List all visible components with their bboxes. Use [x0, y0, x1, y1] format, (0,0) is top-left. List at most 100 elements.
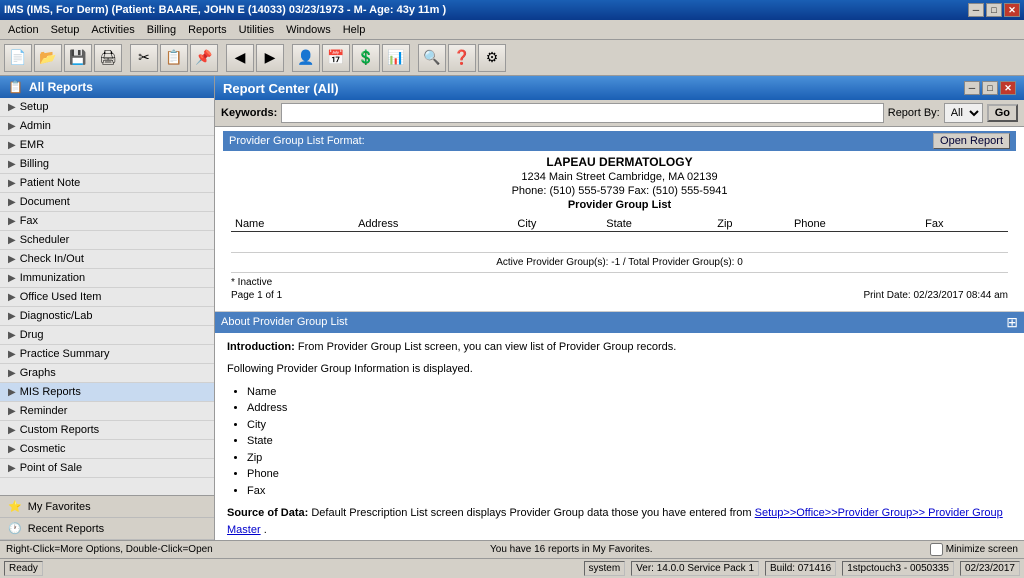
col-phone: Phone: [790, 217, 921, 232]
sidebar-item-graphs[interactable]: ▶ Graphs: [0, 364, 214, 383]
sidebar-item-custom-reports[interactable]: ▶ Custom Reports: [0, 421, 214, 440]
content-area: Report Center (All) ─ □ ✕ Keywords: Repo…: [215, 76, 1024, 540]
tool-paste[interactable]: 📌: [190, 44, 218, 72]
sidebar-item-reminder[interactable]: ▶ Reminder: [0, 402, 214, 421]
status-user: system: [584, 561, 626, 576]
sidebar-item-fax[interactable]: ▶ Fax: [0, 212, 214, 231]
sidebar-item-admin[interactable]: ▶ Admin: [0, 117, 214, 136]
col-name: Name: [231, 217, 354, 232]
tool-save[interactable]: 💾: [64, 44, 92, 72]
expand-icon-graphs: ▶: [8, 368, 16, 379]
rc-minimize-btn[interactable]: ─: [964, 81, 980, 95]
status-left: Ready: [4, 561, 43, 576]
sidebar-item-drug[interactable]: ▶ Drug: [0, 326, 214, 345]
menu-help[interactable]: Help: [337, 22, 372, 38]
table-empty-row: [231, 232, 1008, 248]
rc-close-btn[interactable]: ✕: [1000, 81, 1016, 95]
tool-search[interactable]: 🔍: [418, 44, 446, 72]
minimize-checkbox[interactable]: [930, 543, 943, 556]
menu-windows[interactable]: Windows: [280, 22, 337, 38]
sidebar-item-cosmetic[interactable]: ▶ Cosmetic: [0, 440, 214, 459]
expand-icon-check: ▶: [8, 254, 16, 265]
sidebar-label-immunization: Immunization: [20, 272, 85, 284]
report-center-title: Report Center (All): [223, 81, 339, 96]
menu-action[interactable]: Action: [2, 22, 45, 38]
intro-text: From Provider Group List screen, you can…: [298, 341, 676, 353]
col-fax: Fax: [921, 217, 1008, 232]
tool-schedule[interactable]: 📅: [322, 44, 350, 72]
about-expand-icon[interactable]: ⊞: [1006, 314, 1018, 331]
intro-label: Introduction:: [227, 341, 295, 353]
minimize-label: Minimize screen: [946, 544, 1018, 555]
tool-report[interactable]: 📊: [382, 44, 410, 72]
tool-help[interactable]: ❓: [448, 44, 476, 72]
col-address: Address: [354, 217, 513, 232]
provider-table-area: LAPEAU DERMATOLOGY 1234 Main Street Camb…: [223, 155, 1016, 307]
tool-new[interactable]: 📄: [4, 44, 32, 72]
list-item-name: Name: [247, 384, 1012, 401]
sidebar-header: 📋 All Reports: [0, 76, 214, 98]
keywords-label: Keywords:: [221, 107, 277, 119]
status-server: 1stpctouch3 - 0050335: [842, 561, 954, 576]
sidebar-item-scheduler[interactable]: ▶ Scheduler: [0, 231, 214, 250]
menu-reports[interactable]: Reports: [182, 22, 233, 38]
expand-icon-mis: ▶: [8, 387, 16, 398]
about-following: Following Provider Group Information is …: [227, 361, 1012, 378]
report-by-label: Report By:: [888, 107, 940, 119]
col-zip: Zip: [713, 217, 790, 232]
tool-settings[interactable]: ⚙: [478, 44, 506, 72]
sidebar-scroll[interactable]: ▶ Setup ▶ Admin ▶ EMR ▶ Billing ▶ Patien…: [0, 98, 214, 495]
page-info-row: Page 1 of 1 Print Date: 02/23/2017 08:44…: [231, 288, 1008, 303]
minimize-check[interactable]: Minimize screen: [930, 543, 1018, 556]
tool-print[interactable]: 🖨: [94, 44, 122, 72]
my-favorites-item[interactable]: ⭐ My Favorites: [0, 496, 214, 518]
open-report-button[interactable]: Open Report: [933, 133, 1010, 149]
sidebar-label-drug: Drug: [20, 329, 44, 341]
menu-setup[interactable]: Setup: [45, 22, 86, 38]
tool-cut[interactable]: ✂: [130, 44, 158, 72]
page-info: Page 1 of 1: [231, 290, 282, 301]
report-by-select[interactable]: All: [944, 103, 983, 123]
expand-icon-practice: ▶: [8, 349, 16, 360]
sidebar-item-patient-note[interactable]: ▶ Patient Note: [0, 174, 214, 193]
sidebar-item-office-used-item[interactable]: ▶ Office Used Item: [0, 288, 214, 307]
close-btn[interactable]: ✕: [1004, 3, 1020, 17]
sidebar-item-mis-reports[interactable]: ▶ MIS Reports: [0, 383, 214, 402]
menu-billing[interactable]: Billing: [141, 22, 182, 38]
status-ready: Ready: [4, 561, 43, 576]
about-list: Name Address City State Zip Phone Fax: [247, 384, 1012, 500]
status-bar: Ready system Ver: 14.0.0 Service Pack 1 …: [0, 558, 1024, 578]
keywords-input[interactable]: [281, 103, 884, 123]
sidebar-item-emr[interactable]: ▶ EMR: [0, 136, 214, 155]
expand-icon-drug: ▶: [8, 330, 16, 341]
sidebar-item-point-of-sale[interactable]: ▶ Point of Sale: [0, 459, 214, 478]
sidebar-item-document[interactable]: ▶ Document: [0, 193, 214, 212]
about-header: About Provider Group List ⊞: [215, 312, 1024, 333]
title-controls: ─ □ ✕: [968, 3, 1020, 17]
tool-back[interactable]: ◀: [226, 44, 254, 72]
maximize-btn[interactable]: □: [986, 3, 1002, 17]
rc-maximize-btn[interactable]: □: [982, 81, 998, 95]
app-title: IMS (IMS, For Derm) (Patient: BAARE, JOH…: [4, 4, 446, 16]
status-right: system Ver: 14.0.0 Service Pack 1 Build:…: [584, 561, 1021, 576]
tool-copy[interactable]: 📋: [160, 44, 188, 72]
go-button[interactable]: Go: [987, 104, 1018, 122]
minimize-btn[interactable]: ─: [968, 3, 984, 17]
about-intro: Introduction: From Provider Group List s…: [227, 339, 1012, 356]
sidebar-label-patient-note: Patient Note: [20, 177, 81, 189]
sidebar-item-practice-summary[interactable]: ▶ Practice Summary: [0, 345, 214, 364]
sidebar-item-diagnostic[interactable]: ▶ Diagnostic/Lab: [0, 307, 214, 326]
hint-favorites-count: You have 16 reports in My Favorites.: [490, 544, 653, 555]
menu-utilities[interactable]: Utilities: [233, 22, 280, 38]
tool-billing[interactable]: 💲: [352, 44, 380, 72]
status-version: Ver: 14.0.0 Service Pack 1: [631, 561, 759, 576]
sidebar-item-immunization[interactable]: ▶ Immunization: [0, 269, 214, 288]
recent-reports-item[interactable]: 🕐 Recent Reports: [0, 518, 214, 540]
tool-open[interactable]: 📂: [34, 44, 62, 72]
sidebar-item-setup[interactable]: ▶ Setup: [0, 98, 214, 117]
tool-patient[interactable]: 👤: [292, 44, 320, 72]
sidebar-item-check-inout[interactable]: ▶ Check In/Out: [0, 250, 214, 269]
sidebar-item-billing[interactable]: ▶ Billing: [0, 155, 214, 174]
tool-forward[interactable]: ▶: [256, 44, 284, 72]
menu-activities[interactable]: Activities: [85, 22, 140, 38]
